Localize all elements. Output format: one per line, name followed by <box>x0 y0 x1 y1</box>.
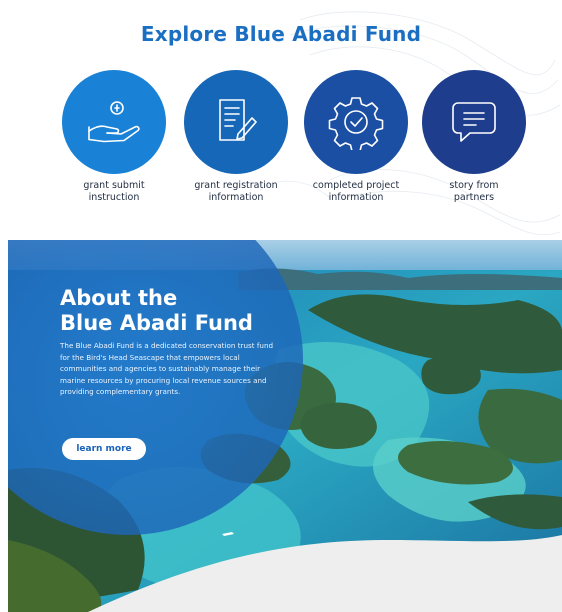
tile-completed-project-information[interactable]: completed project information <box>296 70 416 204</box>
tile-label: completed project information <box>312 180 400 203</box>
tile-grant-submit-instruction[interactable]: grant submit instruction <box>54 70 174 204</box>
gear-check-icon <box>328 97 384 150</box>
tile-label: story from partners <box>449 180 499 203</box>
page-title: Explore Blue Abadi Fund <box>140 22 422 46</box>
explore-tiles: grant submit instruction grant registrat… <box>54 70 526 210</box>
tile-label: grant submit instruction <box>83 180 145 203</box>
tile-grant-registration-information[interactable]: grant registration information <box>176 70 296 204</box>
speech-bubble-icon <box>452 102 496 142</box>
about-title: About the Blue Abadi Fund <box>60 286 290 336</box>
about-description: The Blue Abadi Fund is a dedicated conse… <box>60 341 274 396</box>
document-pen-icon <box>219 99 257 141</box>
tile-circle <box>184 70 288 174</box>
tile-circle <box>304 70 408 174</box>
tile-circle <box>422 70 526 174</box>
tile-label: grant registration information <box>194 180 278 203</box>
tile-circle <box>62 70 166 174</box>
tile-story-from-partners[interactable]: story from partners <box>414 70 534 204</box>
about-title-line1: About the <box>60 286 178 310</box>
learn-more-button[interactable]: learn more <box>62 438 146 460</box>
hand-coin-icon <box>88 101 140 143</box>
about-hero-section: About the Blue Abadi Fund The Blue Abadi… <box>8 240 562 612</box>
about-title-line2: Blue Abadi Fund <box>60 311 253 335</box>
